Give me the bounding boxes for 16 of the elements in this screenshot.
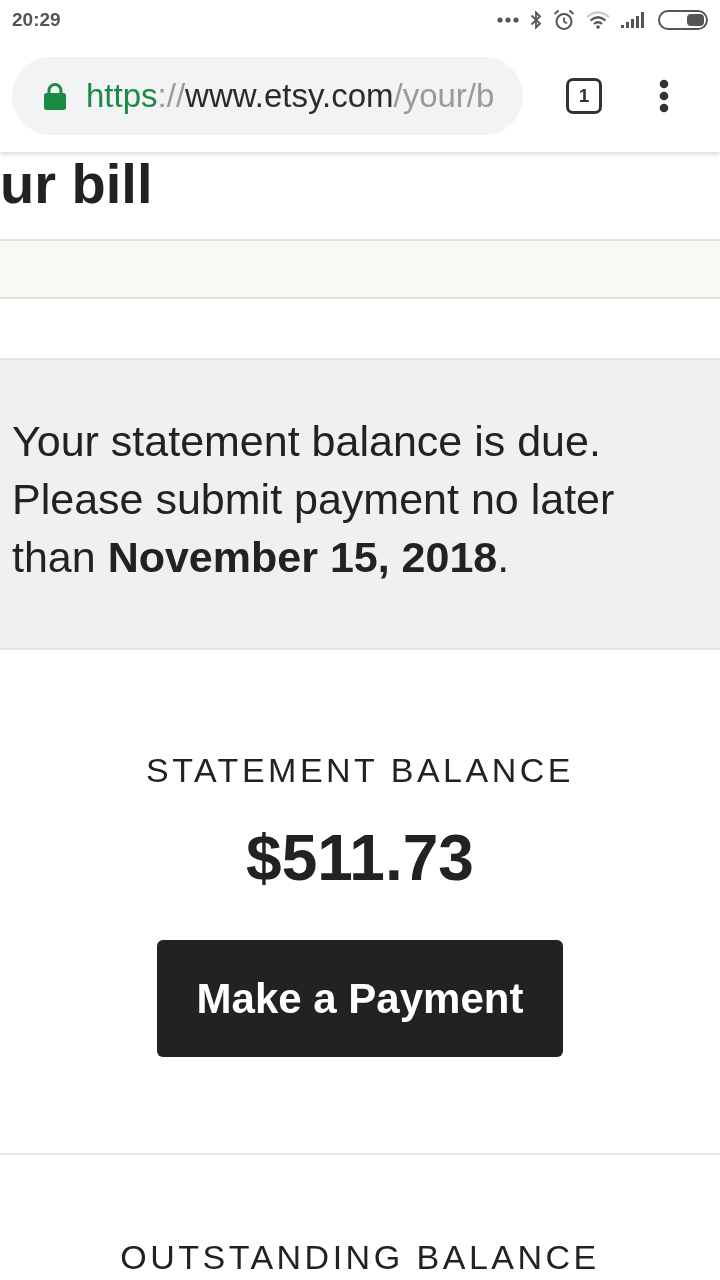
wifi-icon [586, 11, 610, 29]
statement-balance-amount: $511.73 [246, 821, 474, 896]
bluetooth-icon [530, 10, 542, 30]
address-bar[interactable]: https://www.etsy.com/your/b [12, 57, 523, 135]
battery-icon [658, 10, 708, 30]
make-payment-button[interactable]: Make a Payment [156, 940, 564, 1057]
tab-switcher-button[interactable]: 1 [566, 78, 602, 114]
due-notice-text: Your statement balance is due. Please submit payment no later than November 15, 2018. [12, 416, 616, 583]
menu-icon[interactable] [659, 79, 669, 113]
alarm-clock-icon [553, 9, 575, 31]
status-time: 20:29 [12, 9, 61, 31]
outstanding-balance-label: OUTSTANDING BALANCE [120, 1237, 600, 1277]
signal-bars-icon [621, 12, 647, 28]
more-dots-icon [497, 17, 519, 23]
page-heading: ur bill [0, 152, 154, 217]
statement-balance-label: STATEMENT BALANCE [146, 750, 574, 790]
